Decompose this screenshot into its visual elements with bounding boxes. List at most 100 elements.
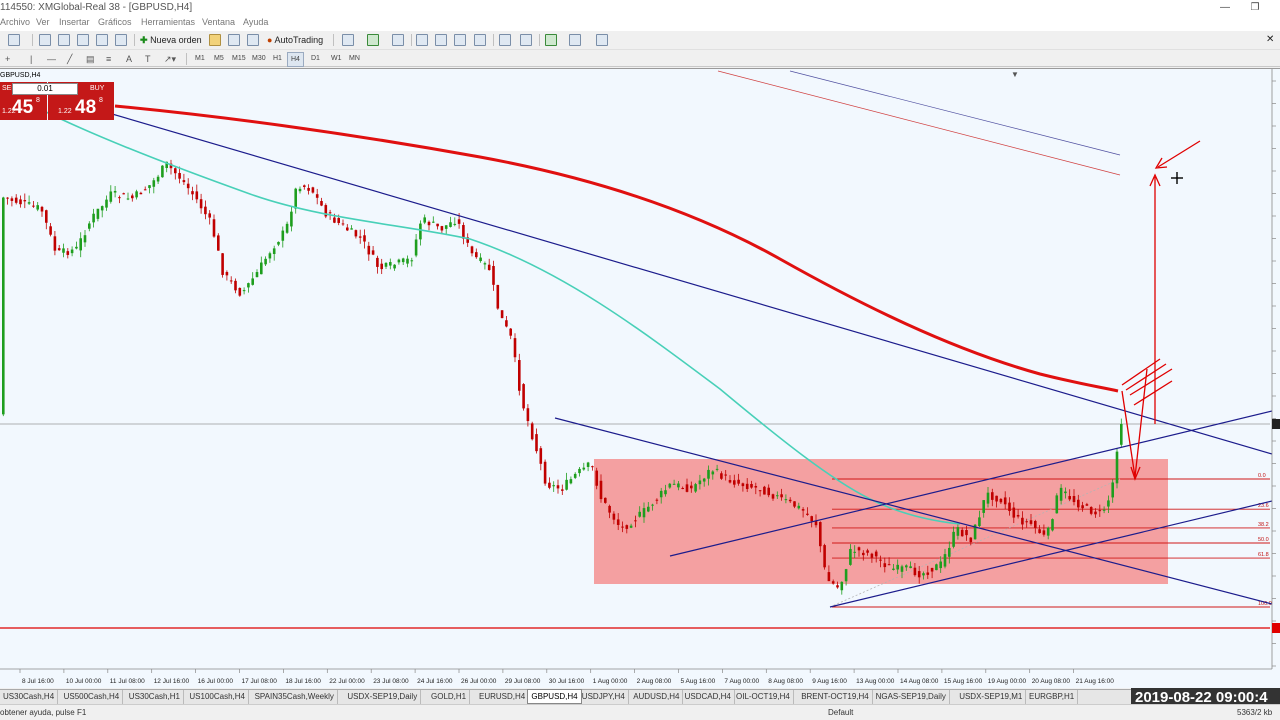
text-icon[interactable]: A [126, 52, 132, 66]
chart-tab[interactable]: US30Cash,H1 [126, 690, 184, 704]
timeframe-h1[interactable]: H1 [270, 52, 285, 65]
candle-body [174, 168, 177, 174]
minimize-button[interactable]: — [1210, 0, 1240, 16]
candle-body [582, 467, 586, 470]
chart-shift-icon[interactable] [520, 34, 532, 46]
candle-body [333, 217, 336, 223]
autotrading-button[interactable]: ● AutoTrading [267, 33, 323, 47]
text-label-icon[interactable]: T [145, 52, 151, 66]
chart-tab[interactable]: USDCAD,H4 [682, 690, 735, 704]
candle-body [866, 550, 869, 553]
chart-tab[interactable]: US100Cash,H4 [186, 690, 249, 704]
shift-marker-icon[interactable]: ▼ [1011, 70, 1019, 79]
menu-graficos[interactable]: Gráficos [98, 17, 132, 27]
chart-tab[interactable]: BRENT-OCT19,H4 [798, 690, 873, 704]
metaeditor-icon[interactable] [209, 34, 221, 46]
chart-area[interactable]: 0.0 23.6 38.2 50.0 61.8 100.0 8 Jul 16:0… [0, 68, 1280, 688]
chart-tab[interactable]: EURUSD,H4 [476, 690, 530, 704]
candle-body [900, 566, 904, 572]
toolbar-separator [333, 34, 334, 46]
candle-body [801, 509, 805, 511]
candle-body [83, 235, 87, 243]
timeframe-m15[interactable]: M15 [229, 52, 249, 65]
chart-tab[interactable]: US500Cash,H4 [61, 690, 124, 704]
chart-tab[interactable]: USDX-SEP19,Daily [344, 690, 422, 704]
candle-body [208, 213, 211, 218]
trendline-icon[interactable]: ╱ [67, 52, 72, 66]
fibonacci-icon[interactable]: ≡ [106, 52, 111, 66]
timeframe-m30[interactable]: M30 [249, 52, 269, 65]
upper-faint-red-line [717, 70, 1121, 176]
candle-body [1055, 495, 1059, 514]
navigator-icon[interactable] [58, 34, 70, 46]
chart-tab[interactable]: GOLD,H1 [428, 690, 471, 704]
zoom-in-icon[interactable] [435, 34, 447, 46]
terminal-icon[interactable] [96, 34, 108, 46]
menu-archivo[interactable]: Archivo [0, 17, 30, 27]
candlestick-chart-icon[interactable] [367, 34, 379, 46]
market-watch-icon[interactable] [39, 34, 51, 46]
candle-body [229, 280, 233, 282]
timeframe-w1[interactable]: W1 [328, 52, 345, 65]
horizontal-line-icon[interactable]: — [47, 52, 56, 66]
period-icon[interactable] [416, 34, 428, 46]
tile-windows-icon[interactable] [474, 34, 486, 46]
timeframe-m5[interactable]: M5 [211, 52, 227, 65]
chart-tab[interactable]: USDX-SEP19,M1 [956, 690, 1027, 704]
chart-tab[interactable]: GBPUSD,H4 [527, 689, 582, 704]
auto-scroll-icon[interactable] [499, 34, 511, 46]
candle-body [599, 480, 603, 500]
menu-ver[interactable]: Ver [36, 17, 50, 27]
menu-ventana[interactable]: Ventana [202, 17, 235, 27]
chart-tab[interactable]: US30Cash,H4 [0, 690, 59, 704]
chart-tab[interactable]: USDJPY,H4 [579, 690, 629, 704]
chart-tab[interactable]: EURGBP,H1 [1026, 690, 1079, 704]
arrows-icon[interactable]: ↗▾ [164, 52, 176, 66]
candle-body [238, 287, 242, 296]
chart-tab[interactable]: NGAS-SEP19,Daily [873, 690, 950, 704]
periods-icon[interactable] [569, 34, 581, 46]
crosshair-icon[interactable]: + [5, 52, 10, 66]
bar-chart-icon[interactable] [342, 34, 354, 46]
menu-herramientas[interactable]: Herramientas [141, 17, 195, 27]
timeframe-d1[interactable]: D1 [308, 52, 323, 65]
menu-ayuda[interactable]: Ayuda [243, 17, 268, 27]
line-chart-icon[interactable] [392, 34, 404, 46]
time-label: 8 Jul 16:00 [22, 678, 54, 685]
vertical-line-icon[interactable]: | [30, 52, 32, 66]
candle-body [999, 498, 1003, 503]
candle-body [724, 474, 727, 476]
restore-button[interactable]: ❐ [1240, 0, 1270, 16]
candle-body [148, 185, 151, 189]
indicators-icon[interactable] [545, 34, 557, 46]
timeframe-h4[interactable]: H4 [287, 52, 304, 67]
strategy-tester-icon[interactable] [115, 34, 127, 46]
candle-body [1115, 451, 1119, 484]
annotation-arrows[interactable] [1121, 140, 1201, 481]
signals-icon[interactable] [228, 34, 240, 46]
descending-trendline[interactable] [94, 108, 1273, 455]
menu-insertar[interactable]: Insertar [59, 17, 90, 27]
new-order-button[interactable]: ✚ Nueva orden [140, 33, 202, 47]
time-label: 18 Jul 16:00 [285, 678, 321, 685]
lot-size-field[interactable]: 0.01 [12, 83, 78, 95]
templates-icon[interactable] [596, 34, 608, 46]
supply-demand-zone[interactable] [594, 459, 1168, 584]
chart-tab[interactable]: AUDUSD,H4 [630, 690, 684, 704]
price-chart[interactable]: 0.023.638.250.061.8100.0 8 Jul 16:00 10 … [0, 69, 1280, 689]
zoom-out-icon[interactable] [454, 34, 466, 46]
candle-body [844, 569, 848, 582]
candle-body [720, 473, 723, 479]
close-chart-icon[interactable]: ✕ [1266, 33, 1274, 47]
red-moving-average[interactable] [114, 104, 1119, 393]
chart-tab[interactable]: OIL-OCT19,H4 [733, 690, 794, 704]
timeframe-mn[interactable]: MN [346, 52, 363, 65]
timeframe-m1[interactable]: M1 [192, 52, 208, 65]
candle-body [926, 572, 930, 575]
channel-icon[interactable]: ▤ [86, 52, 95, 66]
data-window-icon[interactable] [77, 34, 89, 46]
chart-tab[interactable]: SPAIN35Cash,Weekly [252, 690, 338, 704]
market-icon[interactable] [247, 34, 259, 46]
candle-body [625, 525, 629, 529]
new-chart-icon[interactable] [8, 34, 20, 46]
